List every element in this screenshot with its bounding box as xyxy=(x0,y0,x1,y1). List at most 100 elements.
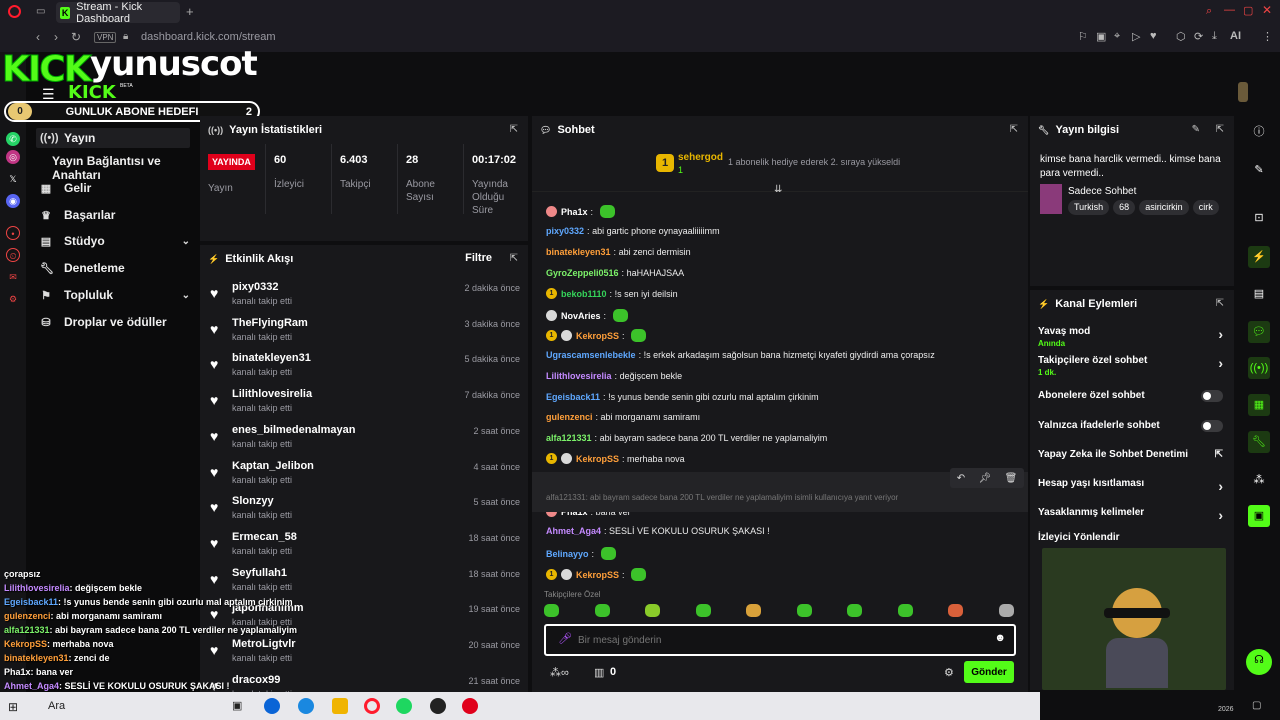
chat-message[interactable]: gulenzenci: abi morganamı samiramı xyxy=(546,412,700,422)
extensions-icon[interactable]: ⬡ xyxy=(1176,30,1186,43)
chat-message[interactable]: Ugrascamsenlebekle: !s erkek arkadaşım s… xyxy=(546,350,935,360)
popout-icon[interactable]: ⇱ xyxy=(510,124,518,135)
activity-event[interactable]: ♥ binatekleyen31 kanalı takip etti 5 dakika… xyxy=(210,352,520,386)
info-icon[interactable]: ⓘ xyxy=(1248,121,1270,143)
chat-username[interactable]: bekob1110 xyxy=(561,289,607,299)
community-icon[interactable]: ⁂ xyxy=(1248,469,1270,491)
close-icon[interactable]: ✕ xyxy=(1262,3,1272,17)
chat-message[interactable]: NovAries: xyxy=(546,309,628,322)
pinned-user[interactable]: sehergod xyxy=(678,152,723,163)
chat-username[interactable]: KekropSS xyxy=(576,454,619,464)
popout-icon[interactable]: ⇱ xyxy=(510,253,518,264)
chat-toggle-icon[interactable]: 💬︎ xyxy=(1248,321,1270,343)
chat-message-input[interactable] xyxy=(578,630,978,650)
emoji-icon[interactable]: ☻ xyxy=(994,632,1006,644)
tabs-icon[interactable]: ▭ xyxy=(36,6,45,17)
discord-icon[interactable]: ◉ xyxy=(6,194,20,208)
chat-message[interactable]: 1 KekropSS: xyxy=(546,329,647,342)
settings-icon[interactable]: ⚙ xyxy=(6,292,20,306)
activity-event[interactable]: ♥ Lilithlovesirelia kanalı takip etti 7 dak… xyxy=(210,388,520,422)
chat-message[interactable]: binatekleyen31: abi zenci dermisin xyxy=(546,247,691,257)
chat-message[interactable]: Pha1x: xyxy=(546,205,615,218)
popout-icon[interactable]: ⇱ xyxy=(1010,124,1018,135)
emote-icon[interactable] xyxy=(695,604,711,617)
chat-username[interactable]: Lilithlovesirelia xyxy=(546,371,612,381)
history-icon[interactable]: ⏲ xyxy=(6,248,20,262)
channel-action-item[interactable]: İzleyici Yönlendir xyxy=(1038,532,1223,543)
url-field[interactable]: dashboard.kick.com/stream xyxy=(141,31,276,43)
channel-action-item[interactable]: Yavaş mod Anında › xyxy=(1038,326,1223,348)
activity-event[interactable]: ♥ enes_bilmedenalmayan kanalı takip etti 2 … xyxy=(210,424,520,458)
clapper-icon[interactable]: ▣ xyxy=(1248,505,1270,527)
chat-message[interactable]: pixy0332: abi gartic phone oynayaaliiiii… xyxy=(546,226,720,236)
toggle-switch[interactable] xyxy=(1201,420,1223,432)
chat-message[interactable]: GyroZeppeli0516: haHAHAJSAA xyxy=(546,268,684,278)
store-icon[interactable]: ▥ xyxy=(594,666,604,679)
chat-message[interactable]: Lilithlovesirelia: değişcem bekle xyxy=(546,371,682,381)
sidebar-item-stream-key[interactable]: Yayın Bağlantısı ve Anahtarı xyxy=(52,154,200,182)
channel-action-item[interactable]: Hesap yaşı kısıtlaması › xyxy=(1038,478,1223,494)
search-icon[interactable]: ⌕ xyxy=(1206,5,1212,18)
filter-button[interactable]: Filtre xyxy=(465,252,492,264)
file-explorer-icon[interactable] xyxy=(332,698,348,714)
player-icon[interactable]: ▷ xyxy=(1132,30,1140,43)
chat-message[interactable]: 1 KekropSS: xyxy=(546,568,647,581)
chat-username[interactable]: Egeisback11 xyxy=(546,392,600,402)
broadcast-toggle-icon[interactable]: ((•)) xyxy=(1248,357,1270,379)
notifications-icon[interactable]: ▢ xyxy=(1252,700,1261,711)
activity-event[interactable]: ♥ pixy0332 kanalı takip etti 2 dakika önce xyxy=(210,281,520,315)
task-view-icon[interactable]: ▣ xyxy=(232,699,242,712)
windows-start-icon[interactable]: ⊞ xyxy=(8,700,18,714)
channel-action-item[interactable]: Takipçilere özel sohbet 1 dk. › xyxy=(1038,355,1223,377)
app-icon[interactable] xyxy=(430,698,446,714)
chat-username[interactable]: GyroZeppeli0516 xyxy=(546,268,619,278)
chat-username[interactable]: Belinayyo xyxy=(546,549,589,559)
emote-icon[interactable] xyxy=(594,604,610,617)
download-icon[interactable]: ⤓ xyxy=(1212,30,1217,43)
emote-icon[interactable] xyxy=(897,604,913,617)
support-icon[interactable]: ☊ xyxy=(1246,649,1272,675)
activity-event[interactable]: ♥ Ermecan_58 kanalı takip etti 18 saat önce xyxy=(210,531,520,565)
screen-icon[interactable]: ⊡ xyxy=(1248,207,1270,229)
chat-username[interactable]: gulenzenci xyxy=(546,412,593,422)
activity-event[interactable]: ♥ Seyfullah1 kanalı takip etti 18 saat önce xyxy=(210,567,520,601)
whatsapp-icon[interactable]: ✆ xyxy=(6,132,20,146)
activity-event[interactable]: ♥ MetroLigtvlr kanalı takip etti 20 saat ön… xyxy=(210,638,520,672)
chat-message[interactable]: alfa121331: abi bayram sadece bana 200 T… xyxy=(546,433,827,443)
opera-icon[interactable] xyxy=(8,5,21,18)
bolt-icon[interactable]: ⚡ xyxy=(1248,246,1270,268)
menu-icon[interactable]: ⋮ xyxy=(1262,30,1273,43)
gear-icon[interactable]: ⚙ xyxy=(944,666,954,679)
sidebar-item-gelir[interactable]: ▦ Gelir xyxy=(40,181,92,195)
chat-message[interactable]: 1 bekob1110: !s sen iyi deilsin xyxy=(546,288,678,299)
avatar[interactable] xyxy=(1238,82,1248,102)
channel-action-item[interactable]: Yasaklanmış kelimeler › xyxy=(1038,507,1223,523)
send-button[interactable]: Gönder xyxy=(964,661,1014,683)
chat-username[interactable]: alfa121331 xyxy=(546,433,592,443)
forward-icon[interactable]: › xyxy=(54,30,58,44)
vpn-icon[interactable]: ⌖ xyxy=(1114,30,1120,43)
kick-dashboard-logo[interactable]: KICK xyxy=(68,82,116,103)
channel-action-item[interactable]: Yapay Zeka ile Sohbet Denetimi ⇱ xyxy=(1038,449,1223,460)
chat-username[interactable]: Pha1x xyxy=(561,207,588,217)
ai-button[interactable]: AI xyxy=(1230,30,1241,42)
activity-event[interactable]: ♥ Slonzyy kanalı takip etti 5 saat önce xyxy=(210,495,520,529)
popout-icon[interactable]: ⇱ xyxy=(1216,298,1224,309)
emote-icon[interactable] xyxy=(847,604,863,617)
snapshot-icon[interactable]: ▣ xyxy=(1096,30,1106,43)
sidebar-item-basarilar[interactable]: ♛ Başarılar xyxy=(40,208,115,222)
popout-icon[interactable]: ⇱ xyxy=(1216,124,1224,135)
activity-event[interactable]: ♥ TheFlyingRam kanalı takip etti 3 dakika ö… xyxy=(210,317,520,351)
sync-icon[interactable]: ⟳ xyxy=(1194,30,1203,43)
sidebar-item-droplar[interactable]: ⛁ Droplar ve ödüller xyxy=(40,315,166,329)
sidebar-item-yayin[interactable]: ((•)) Yayın xyxy=(36,128,190,148)
x-icon[interactable]: 𝕏 xyxy=(6,172,20,186)
community-goals-icon[interactable]: ⁂∞ xyxy=(550,666,569,679)
sidebar-item-topluluk[interactable]: ⚑ Topluluk ⌄ xyxy=(40,288,190,302)
emote-icon[interactable] xyxy=(948,604,964,617)
pin-icon[interactable]: 📌︎ xyxy=(978,473,991,484)
chat-username[interactable]: binatekleyen31 xyxy=(546,247,611,257)
channel-action-item[interactable]: Yalnızca ifadelerle sohbet xyxy=(1038,420,1223,432)
media-player-icon[interactable] xyxy=(462,698,478,714)
activity-toggle-icon[interactable]: ▦ xyxy=(1248,394,1270,416)
